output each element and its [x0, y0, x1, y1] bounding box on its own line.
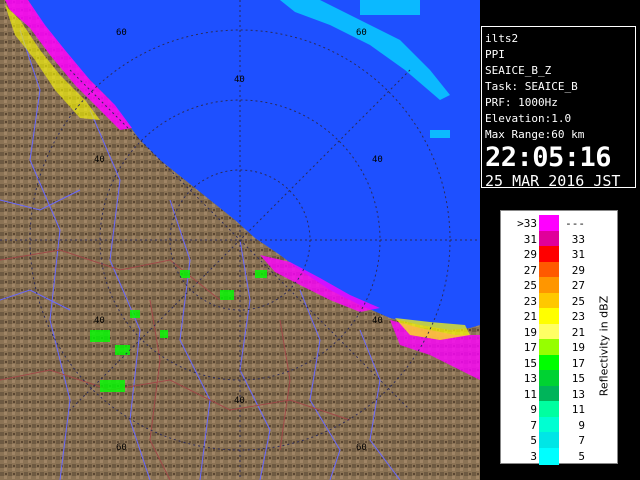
legend-title-text: Reflectivity in dBZ — [597, 295, 611, 397]
legend-lower-bound: 21 — [523, 310, 537, 323]
legend-lower-bound: 9 — [530, 403, 537, 416]
legend-color-swatch — [539, 339, 559, 356]
legend-upper-bound: 21 — [571, 325, 585, 339]
legend-upper-bound: 17 — [571, 356, 585, 370]
legend-lower-bound: 7 — [530, 418, 537, 432]
max-range-value: Max Range:60 km — [485, 128, 585, 141]
legend-lower-bound: 17 — [523, 341, 537, 354]
legend-lower-bound: 11 — [523, 387, 537, 401]
radar-name: ilts2 — [485, 32, 519, 45]
legend-color-swatch — [539, 215, 559, 232]
legend-color-swatch — [539, 230, 559, 248]
legend-upper-bound: 9 — [578, 418, 585, 432]
legend-color-swatch — [539, 354, 559, 372]
legend-lower-bound: 13 — [523, 372, 537, 385]
range-label: 40 — [372, 316, 383, 326]
legend-lower-bound: 15 — [523, 356, 537, 370]
legend-title: Reflectivity in dBZ — [589, 261, 619, 431]
legend-color-swatch — [539, 401, 559, 418]
legend-upper-bound: 23 — [571, 310, 585, 323]
radar-ppi-display: 60 60 40 40 40 40 40 40 60 60 — [0, 0, 480, 480]
range-label: 60 — [116, 28, 127, 38]
legend-lower-bound: 25 — [523, 279, 537, 292]
product-name: SEAICE_B_Z — [485, 64, 552, 77]
legend-upper-bound: 33 — [571, 232, 585, 246]
range-label: 40 — [234, 396, 245, 406]
legend-color-swatch — [539, 370, 559, 387]
legend-lower-bound: 31 — [523, 232, 537, 246]
legend-upper-bound: 25 — [571, 294, 585, 308]
legend-color-swatch — [539, 432, 559, 449]
legend-lower-bound: 5 — [530, 434, 537, 447]
range-label: 40 — [94, 155, 105, 165]
legend-lower-bound: 19 — [523, 325, 537, 339]
task-name: Task: SEAICE_B — [485, 80, 578, 93]
legend-upper-bound: 31 — [571, 248, 585, 261]
legend-row: 31 33 — [501, 230, 619, 248]
legend-color-swatch — [539, 447, 559, 465]
elevation-value: Elevation:1.0 — [485, 112, 572, 125]
legend-color-swatch — [539, 385, 559, 403]
legend-upper-bound: 27 — [571, 279, 585, 292]
legend-color-swatch — [539, 246, 559, 263]
legend-color-swatch — [539, 277, 559, 294]
range-label: 60 — [116, 443, 127, 453]
legend-upper-bound: 29 — [571, 263, 585, 277]
legend-color-swatch — [539, 416, 559, 434]
legend-row: 57 — [501, 432, 619, 449]
legend-color-swatch — [539, 323, 559, 341]
legend-row: >33 --- — [501, 215, 619, 232]
legend-color-swatch — [539, 308, 559, 325]
prf-value: PRF: 1000Hz — [485, 96, 558, 109]
legend-upper-bound: --- — [565, 217, 585, 230]
legend-lower-bound: 3 — [530, 449, 537, 463]
legend-upper-bound: 7 — [578, 434, 585, 447]
legend-row: 35 — [501, 447, 619, 465]
legend-lower-bound: 23 — [523, 294, 537, 308]
legend-lower-bound: 27 — [523, 263, 537, 277]
range-label: 60 — [356, 443, 367, 453]
scan-type: PPI — [485, 48, 505, 61]
legend-upper-bound: 13 — [571, 387, 585, 401]
legend-color-swatch — [539, 261, 559, 279]
radar-info-panel: ilts2 PPI SEAICE_B_Z Task: SEAICE_B PRF:… — [481, 26, 636, 190]
scan-time: 22:05:16 — [485, 142, 612, 173]
legend-lower-bound: 29 — [523, 248, 537, 261]
range-label: 40 — [234, 75, 245, 85]
legend-upper-bound: 19 — [571, 341, 585, 354]
legend-upper-bound: 15 — [571, 372, 585, 385]
reflectivity-legend: >33 --- 31 33 29 31 27 29 25 27 23 25 21 23 19 21 17 19 15… — [500, 210, 619, 465]
scan-date: 25 MAR 2016 JST — [485, 172, 621, 190]
range-label: 60 — [356, 28, 367, 38]
legend-upper-bound: 5 — [578, 449, 585, 463]
legend-lower-bound: >33 — [517, 217, 537, 230]
range-label: 40 — [372, 155, 383, 165]
legend-upper-bound: 11 — [571, 403, 585, 416]
legend-color-swatch — [539, 292, 559, 310]
range-label: 40 — [94, 316, 105, 326]
